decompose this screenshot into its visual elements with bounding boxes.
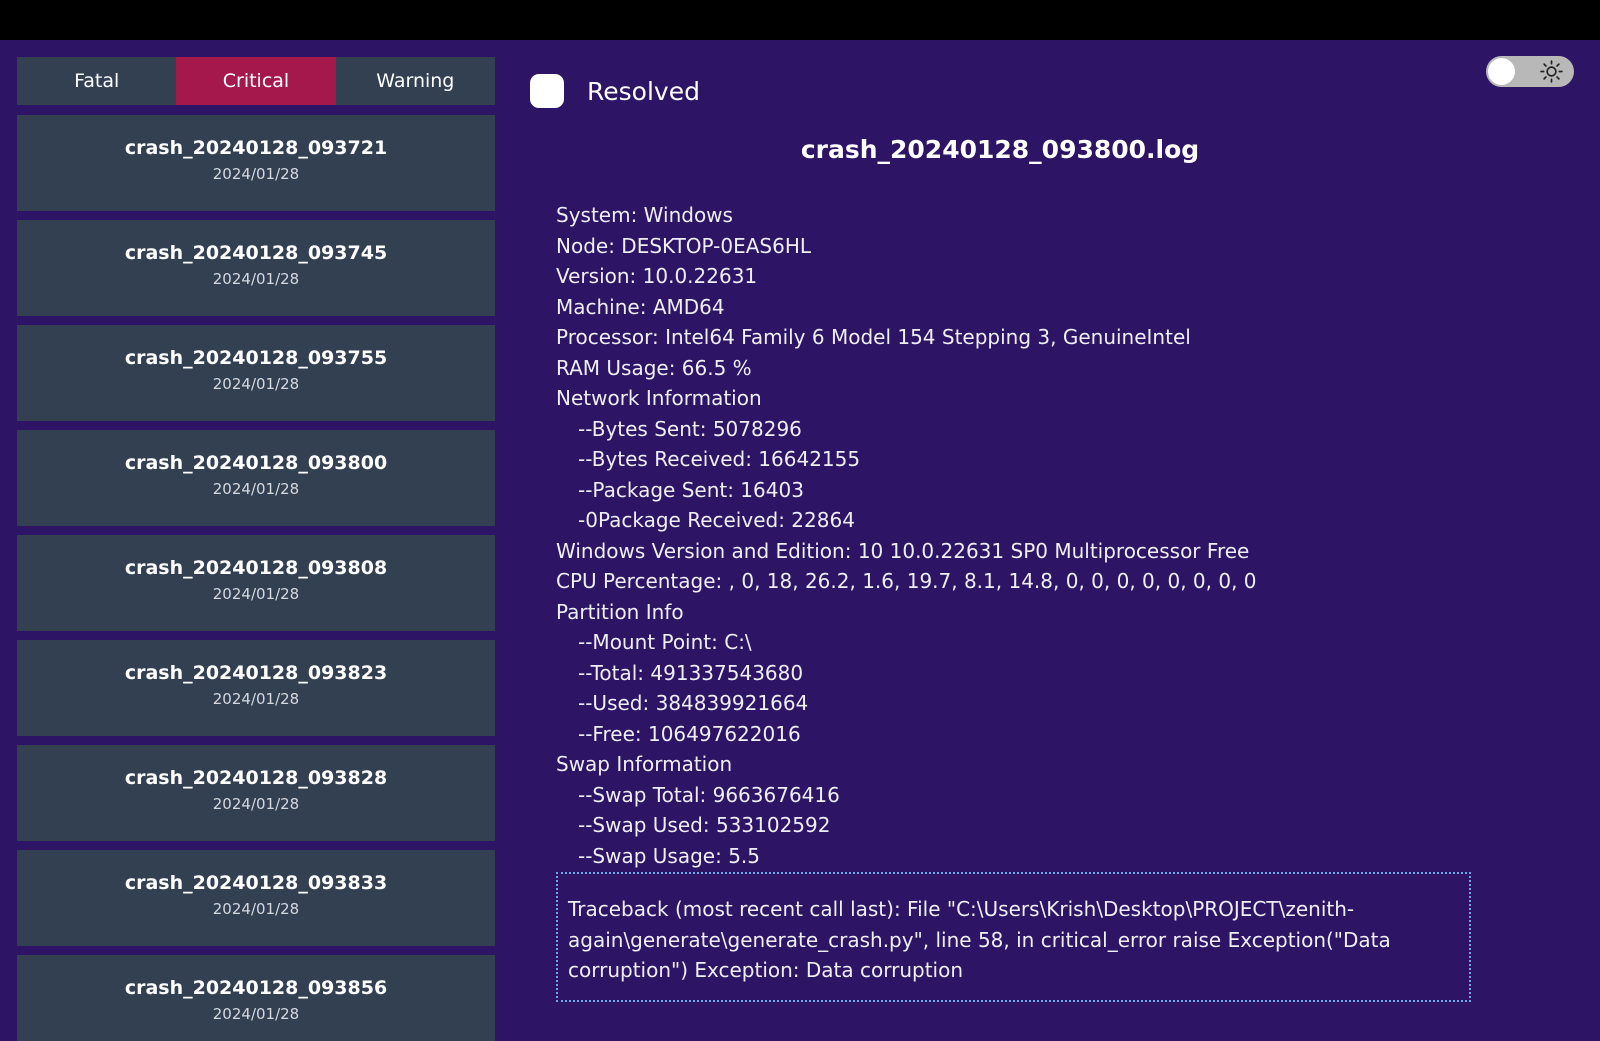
crash-list-item[interactable]: crash_20240128_093828 2024/01/28 xyxy=(17,745,495,841)
crash-list-item[interactable]: crash_20240128_093856 2024/01/28 xyxy=(17,955,495,1041)
crash-date: 2024/01/28 xyxy=(212,270,300,288)
crash-date: 2024/01/28 xyxy=(212,1005,300,1023)
log-detail-panel: Resolved crash_20240128_093800.log Syste… xyxy=(530,57,1530,1017)
crash-date: 2024/01/28 xyxy=(212,585,300,603)
crash-list-item[interactable]: crash_20240128_093755 2024/01/28 xyxy=(17,325,495,421)
info-line: Swap Information xyxy=(556,752,733,776)
traceback-box: Traceback (most recent call last): File … xyxy=(556,872,1471,1002)
resolved-checkbox[interactable] xyxy=(530,74,564,108)
resolved-label: Resolved xyxy=(587,76,700,106)
crash-date: 2024/01/28 xyxy=(212,480,300,498)
crash-date: 2024/01/28 xyxy=(212,690,300,708)
info-line: Machine: AMD64 xyxy=(556,294,725,319)
system-info: System: Windows Node: DESKTOP-0EAS6HL Vers… xyxy=(556,200,1456,871)
info-line: Node: DESKTOP-0EAS6HL xyxy=(556,233,812,258)
info-line: CPU Percentage: , 0, 18, 26.2, 1.6, 19.7… xyxy=(556,569,1257,593)
crash-date: 2024/01/28 xyxy=(212,375,300,393)
tab-fatal[interactable]: Fatal xyxy=(17,57,176,105)
info-line: --Mount Point: C:\ xyxy=(578,630,752,654)
crash-list-item[interactable]: crash_20240128_093823 2024/01/28 xyxy=(17,640,495,736)
severity-tabs: Fatal Critical Warning xyxy=(17,57,495,105)
info-line: --Bytes Received: 16642155 xyxy=(578,447,861,471)
crash-sidebar: Fatal Critical Warning crash_20240128_09… xyxy=(17,57,495,1041)
info-line: --Package Sent: 16403 xyxy=(578,477,804,502)
crash-date: 2024/01/28 xyxy=(212,165,300,183)
crash-name: crash_20240128_093755 xyxy=(124,347,388,369)
info-line: --Free: 106497622016 xyxy=(578,721,801,746)
crash-list-item[interactable]: crash_20240128_093833 2024/01/28 xyxy=(17,850,495,946)
info-line: --Used: 384839921664 xyxy=(578,691,809,715)
crash-date: 2024/01/28 xyxy=(212,795,300,813)
sun-icon xyxy=(1540,60,1563,83)
log-title: crash_20240128_093800.log xyxy=(800,135,1200,164)
info-line: --Swap Usage: 5.5 xyxy=(578,843,761,868)
crash-list-item[interactable]: crash_20240128_093721 2024/01/28 xyxy=(17,115,495,211)
info-line: --Swap Used: 533102592 xyxy=(578,813,831,837)
info-line: --Bytes Sent: 5078296 xyxy=(578,416,802,441)
title-bar xyxy=(0,0,1600,40)
info-line: Processor: Intel64 Family 6 Model 154 St… xyxy=(556,325,1191,349)
info-line: Version: 10.0.22631 xyxy=(556,264,758,288)
info-line: RAM Usage: 66.5 % xyxy=(556,355,752,380)
crash-list-item[interactable]: crash_20240128_093808 2024/01/28 xyxy=(17,535,495,631)
tab-warning[interactable]: Warning xyxy=(336,57,495,105)
info-line: Network Information xyxy=(556,386,762,410)
crash-name: crash_20240128_093856 xyxy=(124,977,388,999)
info-line: --Total: 491337543680 xyxy=(578,660,804,685)
crash-name: crash_20240128_093808 xyxy=(124,557,388,579)
info-line: Windows Version and Edition: 10 10.0.226… xyxy=(556,538,1250,563)
crash-name: crash_20240128_093745 xyxy=(124,242,388,264)
info-line: Partition Info xyxy=(556,599,684,624)
info-line: -0Package Received: 22864 xyxy=(578,508,855,532)
crash-name: crash_20240128_093823 xyxy=(124,662,388,684)
info-line: System: Windows xyxy=(556,203,733,227)
resolved-row: Resolved xyxy=(530,74,700,108)
crash-name: crash_20240128_093828 xyxy=(124,767,388,789)
tab-critical[interactable]: Critical xyxy=(176,57,336,105)
crash-list: crash_20240128_093721 2024/01/28 crash_2… xyxy=(17,115,495,1041)
crash-name: crash_20240128_093721 xyxy=(124,137,388,159)
crash-list-item[interactable]: crash_20240128_093745 2024/01/28 xyxy=(17,220,495,316)
crash-list-item[interactable]: crash_20240128_093800 2024/01/28 xyxy=(17,430,495,526)
crash-name: crash_20240128_093833 xyxy=(124,872,388,894)
crash-date: 2024/01/28 xyxy=(212,900,300,918)
info-line: --Swap Total: 9663676416 xyxy=(578,782,840,807)
crash-name: crash_20240128_093800 xyxy=(124,452,388,474)
